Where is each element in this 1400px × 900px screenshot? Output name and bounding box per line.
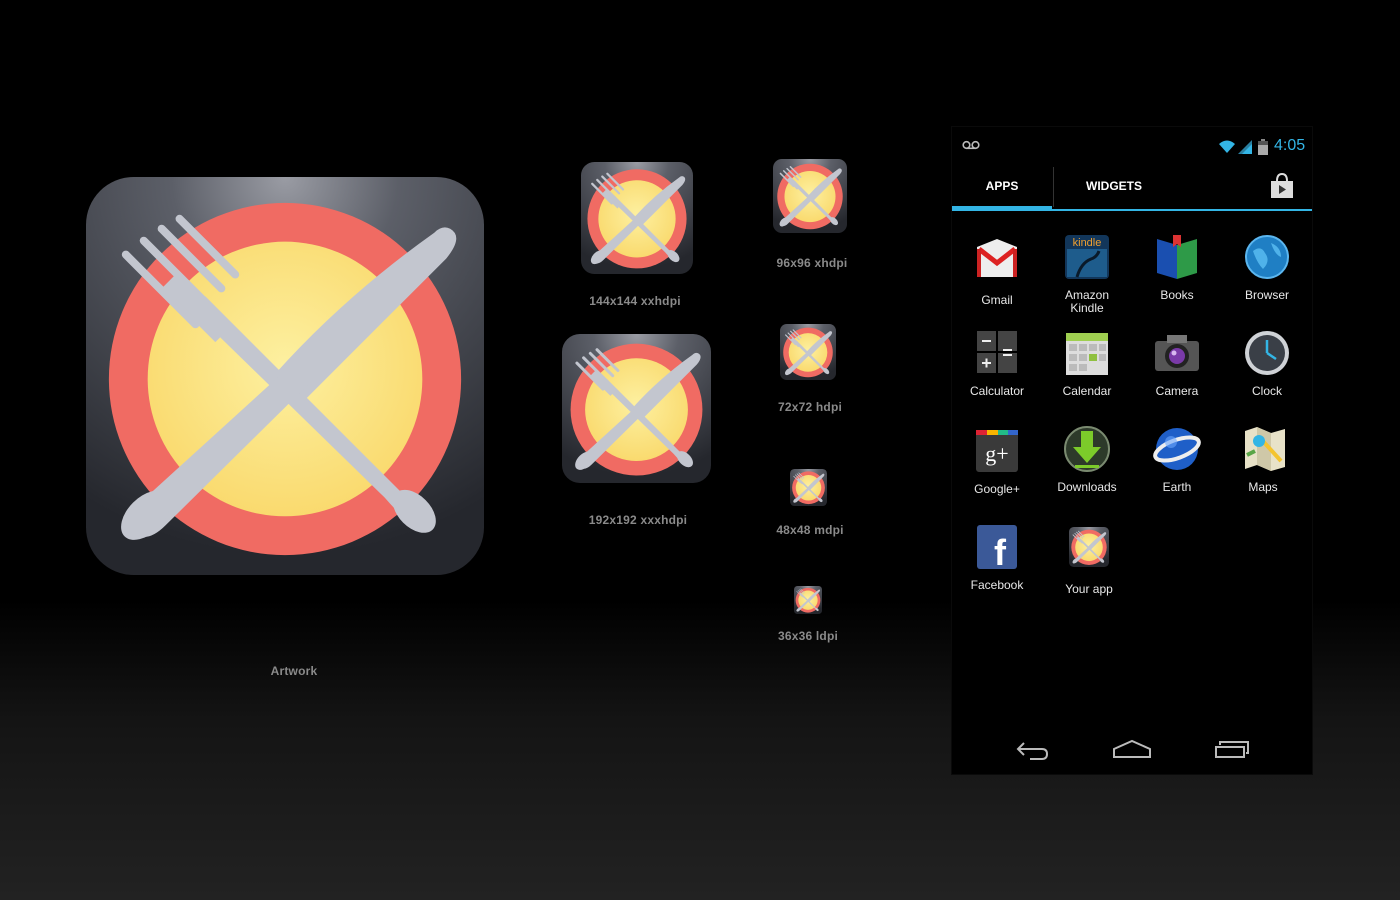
app-maps[interactable]: Maps	[1220, 425, 1310, 494]
caption-xxxhdpi: 192x192 xxxhdpi	[588, 513, 688, 527]
navigation-bar	[952, 727, 1312, 774]
caption-ldpi: 36x36 ldpi	[777, 629, 839, 643]
artwork-icon	[86, 177, 484, 575]
icon-hdpi	[780, 324, 836, 380]
downloads-icon	[1063, 425, 1111, 473]
phone-screen: 4:05 APPS WIDGETS Gmail kindle Amazon Ki…	[952, 127, 1312, 774]
kindle-badge: kindle	[1073, 237, 1102, 249]
app-gmail[interactable]: Gmail	[952, 235, 1042, 307]
battery-icon	[1258, 139, 1268, 155]
app-label: Facebook	[970, 578, 1024, 592]
google-plus-icon: g+	[973, 427, 1021, 475]
app-label: Maps	[1248, 480, 1278, 494]
icon-xhdpi	[773, 159, 847, 233]
maps-icon	[1241, 425, 1289, 473]
app-label: Amazon Kindle	[1064, 288, 1110, 315]
google-plus-badge: g+	[985, 441, 1008, 466]
status-time: 4:05	[1274, 137, 1306, 154]
caption-xxhdpi: 144x144 xxhdpi	[589, 294, 681, 308]
books-icon	[1153, 233, 1201, 281]
calendar-icon	[1063, 329, 1111, 377]
app-downloads[interactable]: Downloads	[1042, 425, 1132, 494]
app-label: Camera	[1155, 384, 1199, 398]
home-icon[interactable]	[1112, 737, 1152, 761]
app-calculator[interactable]: Calculator	[952, 329, 1042, 398]
browser-icon	[1243, 233, 1291, 281]
earth-icon	[1153, 425, 1201, 473]
caption-xhdpi: 96x96 xhdpi	[776, 256, 848, 270]
app-browser[interactable]: Browser	[1222, 233, 1312, 302]
facebook-badge: f	[994, 532, 1007, 571]
app-facebook[interactable]: f Facebook	[952, 523, 1042, 592]
app-label: Gmail	[981, 293, 1013, 307]
app-label: Your app	[1065, 582, 1113, 596]
app-label: Google+	[974, 482, 1020, 496]
clock-icon	[1243, 329, 1291, 377]
caption-hdpi: 72x72 hdpi	[777, 400, 843, 414]
artwork-caption: Artwork	[270, 664, 318, 678]
play-store-icon[interactable]	[1268, 172, 1296, 200]
app-label: Calendar	[1062, 384, 1112, 398]
drawer-tabs: APPS WIDGETS	[952, 167, 1312, 211]
status-bar: 4:05	[952, 127, 1312, 165]
icon-xxxhdpi	[562, 334, 711, 483]
recent-apps-icon[interactable]	[1214, 737, 1250, 761]
tab-selected-indicator	[952, 206, 1052, 211]
voicemail-icon	[962, 140, 980, 150]
facebook-icon: f	[973, 523, 1021, 571]
gmail-icon	[973, 235, 1021, 283]
app-label: Calculator	[969, 384, 1025, 398]
app-kindle[interactable]: kindle Amazon Kindle	[1042, 233, 1132, 315]
kindle-icon: kindle	[1063, 233, 1111, 281]
back-icon[interactable]	[1014, 737, 1050, 761]
app-label: Clock	[1251, 384, 1282, 398]
app-books[interactable]: Books	[1132, 233, 1222, 302]
calculator-icon	[973, 329, 1021, 377]
app-earth[interactable]: Earth	[1132, 425, 1222, 494]
app-calendar[interactable]: Calendar	[1042, 329, 1132, 398]
your-app-icon	[1065, 527, 1113, 575]
icon-ldpi	[794, 586, 822, 614]
app-label: Downloads	[1057, 480, 1117, 494]
app-label: Books	[1160, 288, 1194, 302]
app-your-app[interactable]: Your app	[1044, 523, 1134, 596]
app-label: Earth	[1162, 480, 1192, 494]
tab-apps[interactable]: APPS	[952, 167, 1052, 207]
icon-xxhdpi	[581, 162, 693, 274]
caption-mdpi: 48x48 mdpi	[776, 523, 844, 537]
app-camera[interactable]: Camera	[1132, 329, 1222, 398]
camera-icon	[1153, 329, 1201, 377]
app-google-plus[interactable]: g+ Google+	[952, 427, 1042, 496]
wifi-signal-icon	[1218, 139, 1254, 155]
tab-widgets[interactable]: WIDGETS	[1054, 167, 1174, 207]
app-clock[interactable]: Clock	[1222, 329, 1312, 398]
icon-mdpi	[790, 469, 827, 506]
app-label: Browser	[1244, 288, 1289, 302]
